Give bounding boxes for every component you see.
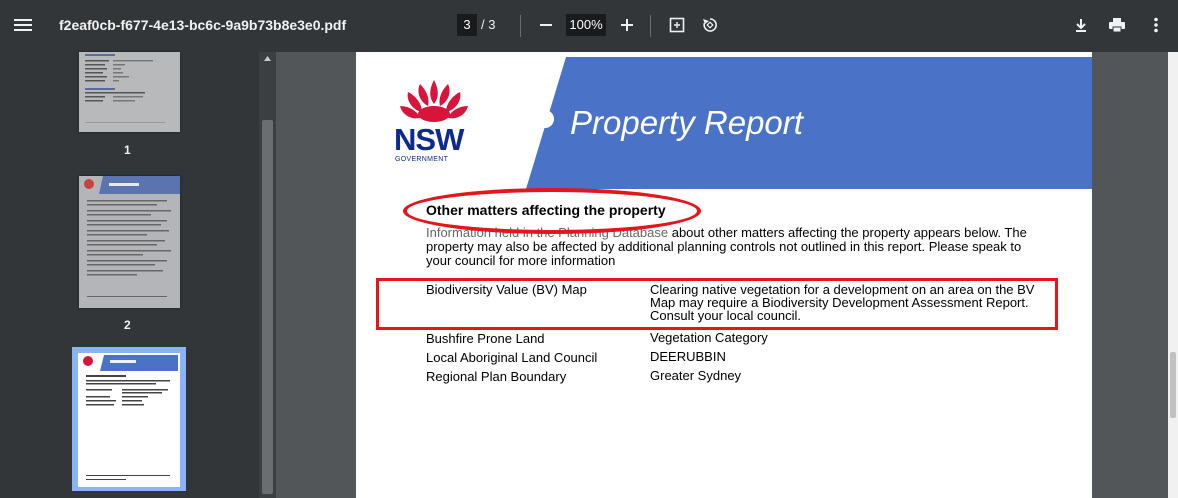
report-title: Property Report bbox=[570, 104, 803, 141]
thumbnail-label: 1 bbox=[124, 143, 131, 157]
zoom-out-button[interactable] bbox=[533, 12, 559, 38]
row-label: Regional Plan Boundary bbox=[426, 369, 567, 384]
fit-page-button[interactable] bbox=[664, 12, 690, 38]
row-label: Bushfire Prone Land bbox=[426, 331, 545, 346]
fit-page-icon bbox=[669, 17, 685, 33]
row-label: Biodiversity Value (BV) Map bbox=[426, 282, 587, 297]
thumbnail-preview bbox=[79, 52, 180, 132]
print-button[interactable] bbox=[1104, 12, 1130, 38]
sidebar-scrollbar-thumb[interactable] bbox=[262, 120, 273, 494]
row-value: DEERUBBIN bbox=[650, 349, 726, 364]
nsw-logo-text: NSW bbox=[394, 122, 464, 157]
viewer-scrollbar-thumb[interactable] bbox=[1170, 352, 1176, 418]
toolbar-divider bbox=[650, 15, 651, 37]
intro-obscured-text: Information held in the Planning Databas… bbox=[426, 225, 669, 240]
nsw-logo-subtext: GOVERNMENT bbox=[395, 156, 449, 163]
page-number-input[interactable]: 3 bbox=[457, 14, 477, 36]
row-value: Greater Sydney bbox=[650, 368, 742, 383]
zoom-in-icon bbox=[621, 19, 633, 31]
menu-icon[interactable] bbox=[14, 16, 34, 36]
page-thumbnail-1[interactable] bbox=[79, 52, 180, 132]
zoom-out-icon bbox=[540, 24, 552, 26]
intro-paragraph: Information held in the Planning Databas… bbox=[426, 226, 1046, 268]
more-options-button[interactable] bbox=[1143, 12, 1169, 38]
rotate-button[interactable] bbox=[697, 12, 723, 38]
toolbar-divider bbox=[520, 15, 521, 37]
thumbnail-preview bbox=[78, 353, 180, 487]
scroll-up-arrow-icon[interactable] bbox=[262, 54, 273, 63]
zoom-level-input[interactable]: 100% bbox=[566, 14, 606, 36]
row-value: Vegetation Category bbox=[650, 330, 768, 345]
rotate-icon bbox=[703, 18, 717, 32]
print-icon bbox=[1109, 18, 1125, 33]
page-thumbnail-2[interactable] bbox=[79, 176, 180, 308]
page-thumbnail-3-selected[interactable] bbox=[72, 347, 186, 491]
banner-bullet bbox=[536, 110, 554, 128]
pdf-page: Property Report NSW GOVERNMENT Other mat… bbox=[356, 52, 1092, 498]
row-label: Local Aboriginal Land Council bbox=[426, 350, 598, 365]
download-icon bbox=[1076, 19, 1086, 32]
more-icon bbox=[1154, 17, 1158, 33]
thumbnail-preview bbox=[79, 176, 180, 308]
section-heading: Other matters affecting the property bbox=[426, 202, 666, 218]
zoom-in-button[interactable] bbox=[614, 12, 640, 38]
page-total: / 3 bbox=[481, 17, 496, 32]
thumbnail-label: 2 bbox=[124, 318, 131, 332]
download-button[interactable] bbox=[1068, 12, 1094, 38]
row-value: Clearing native vegetation for a develop… bbox=[650, 282, 1035, 323]
pdf-toolbar: f2eaf0cb-f677-4e13-bc6c-9a9b73b8e3e0.pdf… bbox=[0, 0, 1178, 52]
viewer-scrollbar[interactable] bbox=[1168, 52, 1178, 498]
document-title: f2eaf0cb-f677-4e13-bc6c-9a9b73b8e3e0.pdf bbox=[59, 17, 347, 33]
